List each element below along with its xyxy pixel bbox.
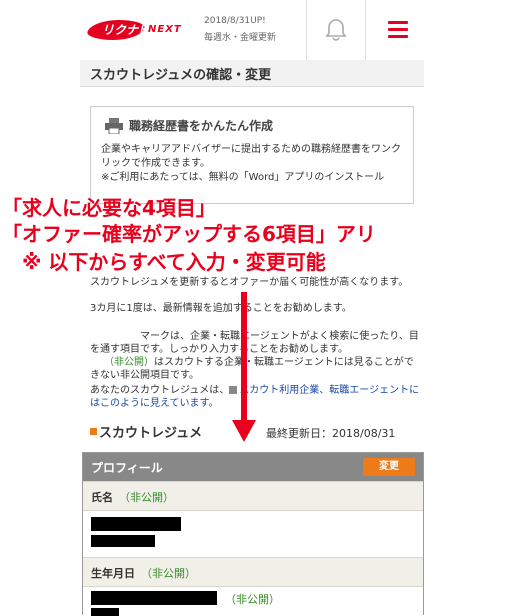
info-preview: あなたのスカウトレジュメは、 スカウト利用企業、転職エージェントにはこのように見え… — [90, 384, 420, 410]
name-private: （非公開） — [119, 491, 174, 504]
logo-next-text: NEXT — [148, 24, 182, 35]
birth-row-label: 生年月日 （非公開） — [83, 557, 423, 587]
name-kana-redacted — [91, 535, 155, 547]
annotation-line-2: 「オファー確率がアップする6項目」アリ — [2, 222, 376, 246]
resume-create-note: ※ご利用にあたっては、無料の「Word」アプリのインストール — [101, 172, 385, 183]
name-row-label: 氏名 （非公開） — [83, 481, 423, 511]
annotation-line-3: ※ 以下からすべて入力・変更可能 — [22, 250, 326, 274]
down-arrow-shaft — [241, 292, 247, 427]
info-update-advice: スカウトレジュメを更新するとオファーか届く可能性が高くなります。 — [90, 277, 409, 288]
resume-create-desc: 企業やキャリアアドバイザーに提出するための職務経歴書をワンクリックで作成できます… — [101, 144, 401, 169]
info-mark-explain: マークは、企業・転職エージェントがよく検索に使ったり、目を通す項目です。しっかり… — [90, 331, 419, 355]
info-private-explain: （非公開）はスカウトする企業・転職エージェントには見ることができない非公開項目で… — [90, 356, 420, 382]
name-redacted — [91, 517, 181, 531]
section-title: スカウトレジュメ — [99, 426, 203, 441]
birth-value-private: （非公開） — [225, 593, 280, 606]
resume-create-title: 職務経歴書をかんたん作成 — [129, 119, 274, 133]
private-label: （非公開） — [104, 357, 154, 368]
printer-icon — [105, 118, 123, 134]
profile-card: プロフィール 変更 氏名 （非公開） 生年月日 （非公開） （非公開） — [82, 452, 424, 616]
logo-text: リクナビ — [102, 23, 151, 37]
last-updated: 最終更新日：2018/08/31 — [266, 427, 396, 440]
preview-icon — [229, 386, 238, 394]
section-marker-icon — [90, 428, 97, 435]
preview-prefix: あなたのスカウトレジュメは、 — [90, 385, 230, 396]
age-redacted — [91, 608, 119, 616]
update-schedule: 毎週水・金曜更新 — [204, 33, 277, 43]
profile-card-header: プロフィール 変更 — [83, 453, 423, 481]
app-header: リクナビ NEXT 2018/8/31UP! 毎週水・金曜更新 — [80, 0, 424, 61]
birth-label: 生年月日 — [91, 567, 135, 580]
down-arrow-icon — [232, 420, 256, 442]
update-date: 2018/8/31UP! — [204, 16, 266, 26]
profile-edit-button[interactable]: 変更 — [363, 458, 415, 476]
rikunabi-next-logo[interactable]: リクナビ NEXT — [85, 18, 212, 42]
page-title-bar: スカウトレジュメの確認・変更 — [80, 60, 424, 87]
page: リクナビ NEXT 2018/8/31UP! 毎週水・金曜更新 スカウトレジュメ… — [80, 0, 424, 616]
resume-create-box[interactable]: 職務経歴書をかんたん作成 企業やキャリアアドバイザーに提出するための職務経歴書を… — [90, 106, 414, 204]
notifications-button[interactable] — [306, 0, 365, 60]
annotation-line-1: 「求人に必要な4項目」 — [2, 196, 216, 220]
profile-title: プロフィール — [91, 461, 163, 475]
menu-button[interactable] — [365, 0, 425, 60]
name-label: 氏名 — [91, 491, 113, 504]
page-title: スカウトレジュメの確認・変更 — [90, 68, 272, 83]
birth-private: （非公開） — [141, 567, 196, 580]
info-frequency: 3カ月に1度は、最新情報を追加することをお勧めします。 — [90, 303, 352, 314]
birth-redacted — [91, 591, 217, 605]
bell-icon — [325, 19, 347, 41]
